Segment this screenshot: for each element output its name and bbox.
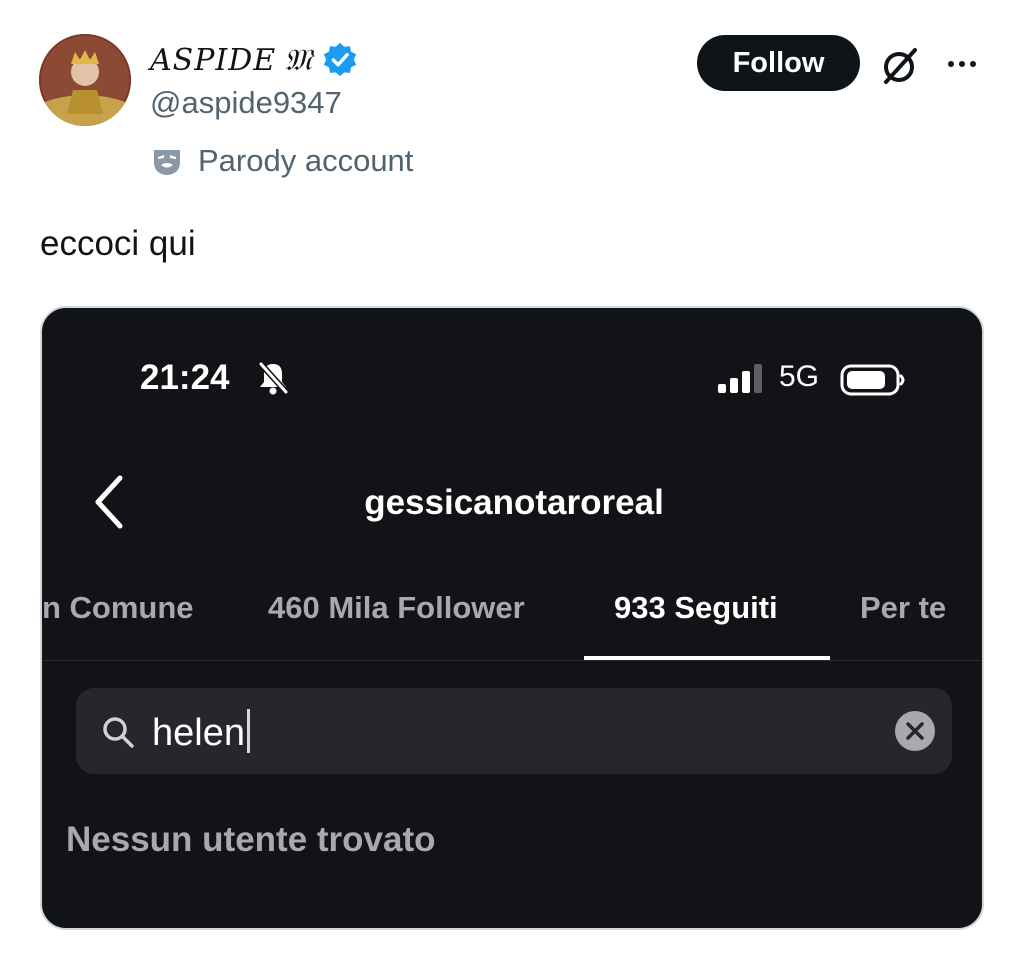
search-input-value: helen [152,712,245,754]
more-dot [959,61,965,67]
post-media-image[interactable]: 21:24 5G gessicanotaroreal n Comune 460 … [40,306,984,930]
grok-icon[interactable] [878,44,922,88]
search-field[interactable]: helen [76,688,952,774]
mask-icon [154,150,180,175]
tab-in-comune[interactable]: n Comune [42,590,194,626]
status-time: 21:24 [140,358,230,397]
avatar-image [39,34,131,126]
author-name-row[interactable]: ASPIDE 𝔐 [150,38,359,82]
battery-icon [840,364,905,396]
follow-button[interactable]: Follow [697,35,860,91]
author-display-name[interactable]: ASPIDE [150,43,276,78]
tab-followers[interactable]: 460 Mila Follower [268,590,525,626]
network-type: 5G [779,360,820,393]
bell-off-icon [257,360,290,396]
avatar[interactable] [39,34,131,126]
search-icon [103,717,134,748]
text-caret [246,709,250,753]
tab-per-te[interactable]: Per te [860,590,946,626]
parody-account-label: Parody account [198,143,414,178]
tweet-text: eccoci qui [40,224,196,263]
profile-username: gessicanotaroreal [364,483,664,522]
more-icon[interactable] [940,46,984,82]
empty-results-message: Nessun utente trovato [66,820,436,859]
more-dot [970,61,976,67]
author-display-name-suffix: 𝔐 [284,42,313,78]
verified-badge-icon [323,42,356,77]
author-handle[interactable]: @aspide9347 [150,85,342,121]
more-dot [948,61,954,67]
parody-label: Parody account [150,140,413,182]
search-input[interactable]: helen [152,709,250,755]
tab-following[interactable]: 933 Seguiti [614,590,778,626]
signal-icon [718,364,762,393]
tabs-divider [42,660,982,661]
clear-icon[interactable] [894,710,936,752]
